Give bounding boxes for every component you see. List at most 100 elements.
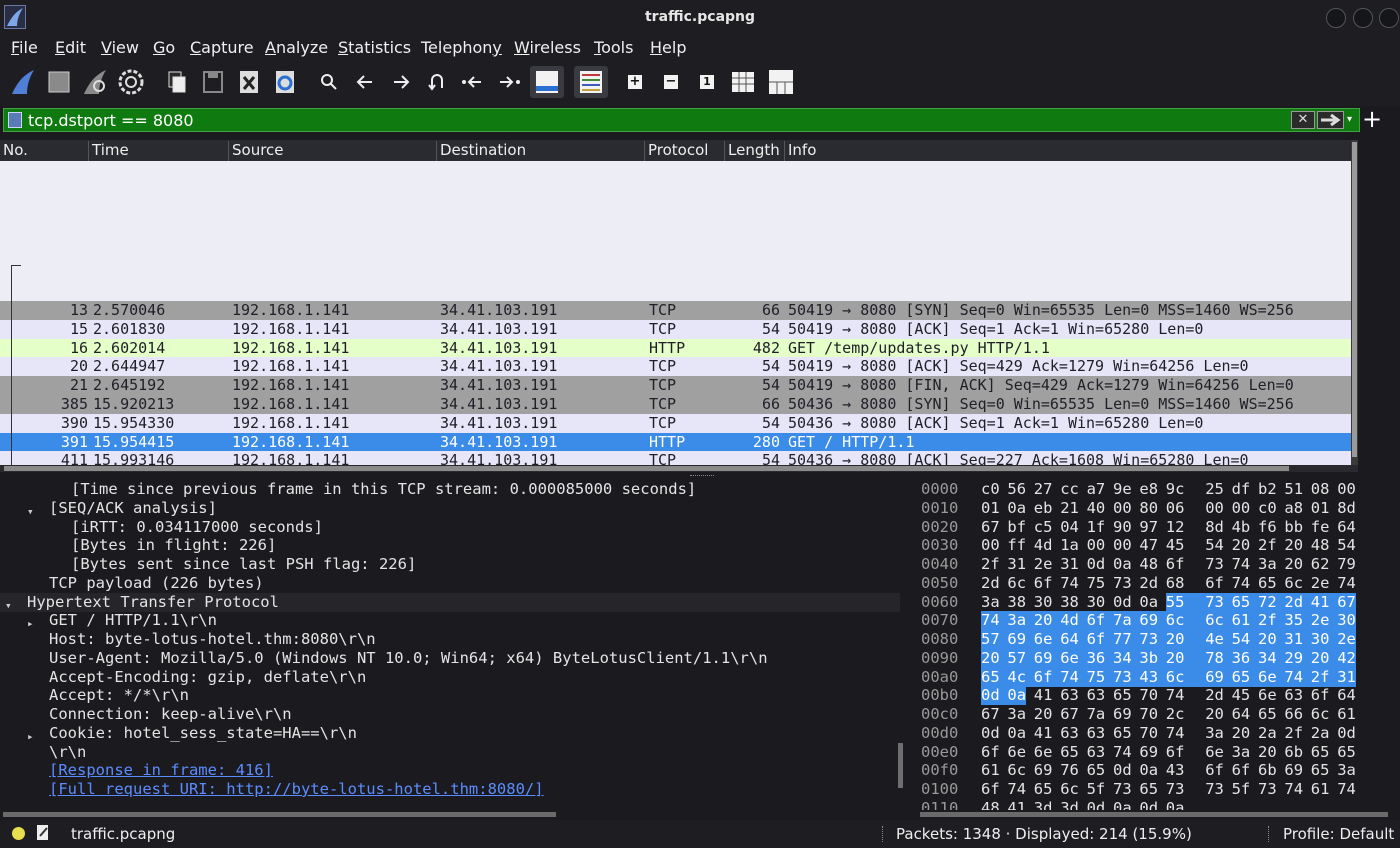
hex-byte[interactable]: 6e (1060, 648, 1087, 668)
hex-byte[interactable]: 55 (1165, 592, 1206, 612)
hex-dump-line[interactable]: 00a0 65 4c 6f 74 75 73 43 6c 69 65 6e 74 2f 31 (915, 667, 1400, 687)
hex-byte[interactable]: 48 (981, 799, 1000, 810)
hex-byte[interactable]: 1a (1060, 536, 1079, 555)
hex-byte[interactable]: 63 (1284, 686, 1303, 705)
display-filter-input[interactable] (28, 110, 1288, 130)
hex-byte[interactable]: 73 (1205, 555, 1224, 574)
hex-byte[interactable]: 69 (1113, 705, 1132, 724)
packet-list-hscrollbar[interactable] (0, 465, 1358, 472)
hex-byte[interactable]: 2f (1310, 667, 1338, 687)
details-hscrollbar[interactable] (0, 812, 905, 818)
add-filter-button[interactable]: + (1362, 106, 1382, 132)
hex-byte[interactable]: 27 (1034, 480, 1053, 499)
hex-byte[interactable]: 20 (1034, 705, 1053, 724)
hex-dump-line[interactable]: 0020 67 bf c5 04 1f 90 97 12 8d 4b f6 bb fe 64 (915, 518, 1400, 537)
hex-byte[interactable]: 35 (1284, 611, 1312, 631)
hex-byte[interactable]: 65 (1034, 780, 1053, 799)
hex-dump-line[interactable]: 00c0 67 3a 20 67 7a 69 70 2c 20 64 65 66 6c 61 (915, 705, 1400, 724)
hex-byte[interactable]: 31 (1007, 555, 1026, 574)
packet-row[interactable]: 20 2.644947 192.168.1.141 34.41.103.191 TCP 5… (0, 357, 1358, 377)
hex-dump-line[interactable]: 0060 3a 38 30 38 30 0d 0a 55 73 65 72 2d 41 67 (915, 592, 1400, 612)
hex-byte[interactable]: 61 (1337, 705, 1356, 724)
detail-tree-item[interactable]: TCP payload (226 bytes) (0, 574, 900, 593)
packet-row[interactable]: 385 15.920213 192.168.1.141 34.41.103.191 TC… (0, 395, 1358, 414)
hex-byte[interactable]: 74 (1337, 780, 1356, 799)
hex-byte[interactable]: 0d (1113, 593, 1132, 612)
hex-byte[interactable]: 6e (1034, 743, 1053, 762)
hex-byte[interactable]: 74 (1232, 574, 1251, 593)
hex-byte[interactable]: 20 (1258, 743, 1277, 762)
hex-byte[interactable]: c0 (981, 480, 1000, 499)
packet-row[interactable]: 16 2.602014 192.168.1.141 34.41.103.191 HTTP… (0, 338, 1358, 358)
hex-byte[interactable]: 70 (1139, 686, 1158, 705)
hex-byte[interactable]: eb (1034, 499, 1053, 518)
hex-byte[interactable]: fe (1311, 518, 1330, 537)
hex-byte[interactable]: 8d (1337, 499, 1356, 518)
hex-byte[interactable]: 61 (1311, 780, 1330, 799)
hex-byte[interactable]: 4c (1007, 667, 1035, 687)
hex-byte[interactable]: 63 (1087, 743, 1106, 762)
capture-comment-icon[interactable] (36, 824, 50, 841)
hex-byte[interactable]: 48 (1311, 536, 1330, 555)
detail-tree-item[interactable]: [Response in frame: 416] (0, 761, 900, 780)
hex-byte[interactable]: 00 (1087, 536, 1106, 555)
hex-byte[interactable]: a7 (1087, 480, 1106, 499)
hex-byte[interactable]: 6f (1232, 761, 1251, 780)
hex-byte[interactable]: 08 (1311, 480, 1330, 499)
menu-statistics[interactable]: Statistics (338, 38, 411, 57)
stop-capture-button[interactable] (42, 66, 76, 98)
hex-byte[interactable]: 63 (1060, 686, 1079, 705)
hex-byte[interactable]: 65 (1258, 574, 1277, 593)
hex-byte[interactable]: 65 (1337, 743, 1356, 762)
col-header-destination[interactable]: Destination (436, 141, 644, 161)
hex-byte[interactable]: 54 (1205, 536, 1224, 555)
hex-byte[interactable]: 69 (1033, 648, 1061, 668)
hex-byte[interactable]: 74 (1060, 574, 1079, 593)
col-header-time[interactable]: Time (88, 141, 228, 161)
detail-link[interactable]: [Full request URI: http://byte-lotus-hot… (49, 780, 544, 799)
hex-byte[interactable]: 2e (1034, 555, 1053, 574)
hex-byte[interactable]: 2e (1311, 574, 1330, 593)
hex-dump-line[interactable]: 0040 2f 31 2e 31 0d 0a 48 6f 73 74 3a 20 62 79 (915, 555, 1400, 574)
hex-byte[interactable]: 47 (1139, 536, 1158, 555)
detail-tree-item[interactable]: [Bytes sent since last PSH flag: 226] (0, 555, 900, 574)
hex-byte[interactable]: 5f (1087, 780, 1106, 799)
hex-byte[interactable]: 30 (1034, 593, 1053, 612)
hex-byte[interactable]: 67 (981, 705, 1000, 724)
hex-byte[interactable]: 56 (1007, 480, 1026, 499)
packet-list-scrollbar[interactable] (1351, 140, 1358, 465)
packet-row-selected[interactable]: 391 15.954415 192.168.1.141 34.41.103.191 HT… (0, 432, 1358, 452)
hex-byte[interactable]: 34 (1113, 648, 1140, 668)
hex-byte[interactable]: 73 (1205, 780, 1224, 799)
hex-byte[interactable]: 4d (1060, 611, 1087, 631)
hex-byte[interactable]: 69 (1034, 761, 1053, 780)
hex-byte[interactable]: 65 (981, 667, 1008, 687)
hex-byte[interactable]: c0 (1258, 499, 1277, 518)
hex-byte[interactable]: 0d (1139, 799, 1158, 810)
hex-byte[interactable]: 5f (1232, 780, 1251, 799)
hex-byte[interactable]: 66 (1284, 705, 1303, 724)
hex-byte[interactable]: 3a (1007, 705, 1026, 724)
detail-tree-item[interactable]: Accept: */*\r\n (0, 686, 900, 705)
hex-byte[interactable]: b2 (1258, 480, 1277, 499)
hex-byte[interactable]: 00 (1205, 499, 1224, 518)
hex-byte[interactable]: 9c (1166, 480, 1185, 499)
hex-byte[interactable]: 2d (1139, 574, 1158, 593)
hex-byte[interactable]: 2a (1258, 724, 1277, 743)
hex-byte[interactable]: 6f (1086, 611, 1114, 631)
normal-size-button[interactable]: 1 (690, 66, 724, 98)
hex-byte[interactable]: 74 (1337, 574, 1356, 593)
hex-dump-line[interactable]: 0090 20 57 69 6e 36 34 3b 20 78 36 34 29 20 42 (915, 648, 1400, 668)
hex-byte[interactable]: 45 (1166, 536, 1185, 555)
hex-byte[interactable]: 74 (1166, 724, 1185, 743)
hex-byte[interactable]: 30 (1087, 593, 1106, 612)
hex-byte[interactable]: 21 (1060, 499, 1079, 518)
hex-byte[interactable]: 31 (1284, 630, 1312, 649)
hex-byte[interactable]: 20 (1284, 536, 1303, 555)
hex-byte[interactable]: 75 (1087, 574, 1106, 593)
start-capture-button[interactable] (6, 66, 40, 98)
hex-byte[interactable]: bf (1007, 518, 1026, 537)
packet-row[interactable]: 15 2.601830 192.168.1.141 34.41.103.191 TCP 5… (0, 319, 1358, 339)
hex-byte[interactable]: 0d (1337, 724, 1356, 743)
hex-byte[interactable]: 00 (1113, 536, 1132, 555)
